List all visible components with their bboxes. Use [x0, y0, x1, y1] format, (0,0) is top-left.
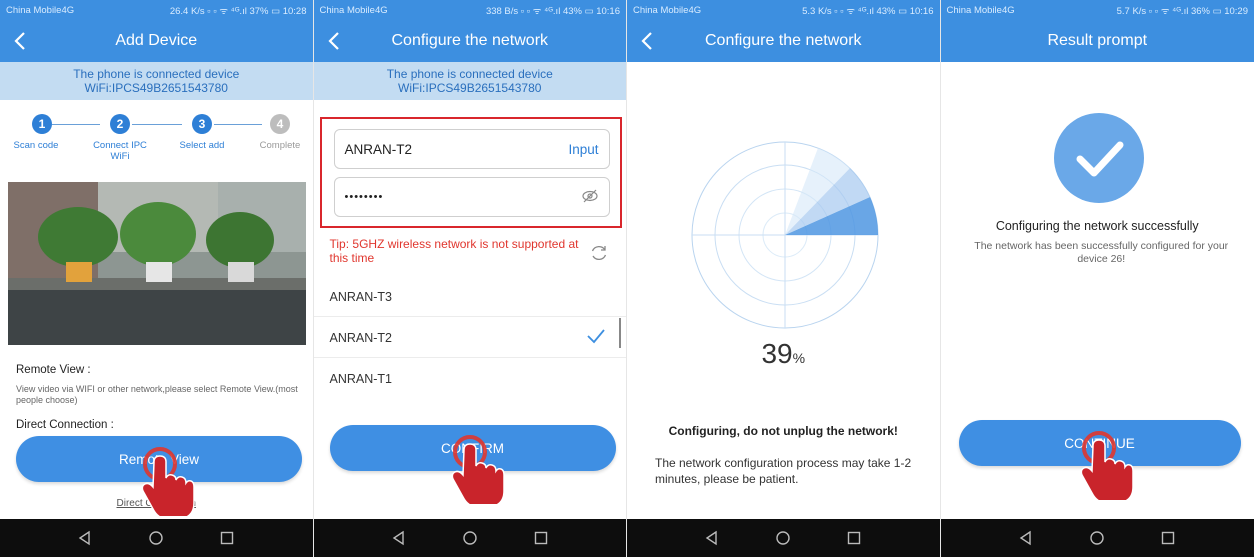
nav-recents-icon[interactable] [219, 530, 235, 546]
success-check-icon [1053, 113, 1144, 203]
result-title: Configuring the network successfully [995, 219, 1199, 233]
nav-recents-icon[interactable] [533, 530, 549, 546]
tap-hand-icon [138, 444, 196, 520]
step-indicator: 1 2 3 4 Scan code Connect IPC WiFi Selec… [0, 114, 313, 169]
carrier-label: China Mobile4G [319, 4, 388, 16]
remote-view-description: View video via WIFI or other network,ple… [16, 384, 298, 405]
nav-back-icon[interactable] [77, 530, 93, 546]
android-nav-bar [627, 519, 940, 557]
ssid-input-action[interactable]: Input [568, 142, 598, 157]
connection-banner: The phone is connected device WiFi:IPCS4… [0, 62, 313, 100]
nav-recents-icon[interactable] [1160, 530, 1176, 546]
page-title: Result prompt [1047, 32, 1148, 49]
step-3-label: Select add [179, 140, 225, 151]
progress-percent: 39% [627, 338, 940, 370]
configuring-description: The network configuration process may ta… [655, 456, 912, 486]
status-bar: China Mobile4G 26.4 K/s ▫ ▫ ᯤ ⁴ᴳ.ıl 37% … [0, 0, 313, 20]
network-name: ANRAN-T1 [329, 372, 393, 386]
network-list-item[interactable]: ANRAN-T1 [314, 359, 627, 399]
5ghz-warning-tip: Tip: 5GHZ wireless network is not suppor… [329, 237, 579, 265]
status-indicators: 5.3 K/s ▫ ▫ ᯤ ⁴ᴳ.ıl 43% ▭ 10:16 [802, 5, 934, 17]
banner-line-1: The phone is connected device [386, 67, 553, 81]
status-indicators: 338 B/s ▫ ▫ ᯤ ⁴ᴳ.ıl 43% ▭ 10:16 [485, 5, 620, 17]
result-description: The network has been successfully config… [974, 240, 1229, 265]
password-field[interactable]: •••••••• [333, 177, 610, 217]
back-arrow-icon[interactable] [324, 30, 346, 52]
title-bar: Result prompt [940, 20, 1254, 62]
step-2-dot: 2 [110, 114, 130, 134]
nav-home-icon[interactable] [775, 530, 791, 546]
android-nav-bar [940, 519, 1254, 557]
radar-progress-graphic [690, 140, 880, 330]
progress-unit: % [792, 350, 806, 366]
network-list-item-selected[interactable]: ANRAN-T2 [313, 318, 626, 358]
status-indicators: 5.7 K/s ▫ ▫ ᯤ ⁴ᴳ.ıl 36% ▭ 10:29 [1116, 5, 1248, 17]
page-title: Configure the network [391, 32, 549, 49]
nav-back-icon[interactable] [704, 530, 720, 546]
nav-home-icon[interactable] [462, 530, 478, 546]
step-1-label: Scan code [13, 140, 59, 151]
step-4-dot: 4 [270, 114, 290, 134]
connection-banner: The phone is connected device WiFi:IPCS4… [313, 62, 626, 100]
password-value: •••••••• [344, 191, 384, 203]
tap-hand-icon [448, 432, 506, 508]
banner-line-2: WiFi:IPCS49B2651543780 [84, 81, 228, 95]
network-credentials-box: ANRAN-T2 Input •••••••• [319, 117, 622, 228]
page-title: Configure the network [704, 32, 862, 49]
phone-configuring-progress: China Mobile4G 5.3 K/s ▫ ▫ ᯤ ⁴ᴳ.ıl 43% ▭… [627, 0, 941, 557]
nav-back-icon[interactable] [1018, 530, 1034, 546]
network-list-item[interactable]: ANRAN-T3 [313, 277, 626, 317]
phone-add-device: China Mobile4G 26.4 K/s ▫ ▫ ᯤ ⁴ᴳ.ıl 37% … [0, 0, 314, 557]
phone-configure-network: China Mobile4G 338 B/s ▫ ▫ ᯤ ⁴ᴳ.ıl 43% ▭… [313, 0, 627, 557]
android-nav-bar [0, 519, 313, 557]
title-bar: Add Device [0, 20, 313, 62]
status-bar: China Mobile4G 5.7 K/s ▫ ▫ ᯤ ⁴ᴳ.ıl 36% ▭… [940, 0, 1254, 20]
configuring-warning: Configuring, do not unplug the network! [668, 424, 898, 438]
status-bar: China Mobile4G 5.3 K/s ▫ ▫ ᯤ ⁴ᴳ.ıl 43% ▭… [627, 0, 940, 20]
refresh-icon[interactable] [588, 242, 610, 264]
direct-connection-title: Direct Connection : [16, 419, 114, 431]
list-scrollbar[interactable] [619, 318, 621, 348]
step-3-dot: 3 [192, 114, 212, 134]
step-connector [214, 124, 262, 125]
step-connector [52, 124, 100, 125]
status-indicators: 26.4 K/s ▫ ▫ ᯤ ⁴ᴳ.ıl 37% ▭ 10:28 [169, 5, 307, 17]
network-name: ANRAN-T3 [329, 289, 393, 304]
nav-back-icon[interactable] [391, 530, 407, 546]
banner-line-2: WiFi:IPCS49B2651543780 [398, 81, 542, 95]
step-1-dot: 1 [32, 114, 52, 134]
camera-preview[interactable] [8, 182, 306, 345]
page-title: Add Device [115, 32, 198, 49]
screenshot-strip: China Mobile4G 26.4 K/s ▫ ▫ ᯤ ⁴ᴳ.ıl 37% … [0, 0, 1254, 557]
carrier-label: China Mobile4G [6, 4, 75, 16]
nav-home-icon[interactable] [1089, 530, 1105, 546]
step-connector [132, 124, 182, 125]
step-4-label: Complete [259, 140, 301, 151]
network-name: ANRAN-T2 [329, 330, 393, 345]
carrier-label: China Mobile4G [633, 4, 702, 16]
carrier-label: China Mobile4G [946, 4, 1015, 16]
back-arrow-icon[interactable] [10, 30, 32, 52]
tap-hand-icon [1077, 428, 1135, 504]
status-bar: China Mobile4G 338 B/s ▫ ▫ ᯤ ⁴ᴳ.ıl 43% ▭… [313, 0, 626, 20]
ssid-value: ANRAN-T2 [344, 141, 413, 157]
checkmark-icon [586, 328, 606, 347]
nav-recents-icon[interactable] [846, 530, 862, 546]
step-2-label: Connect IPC WiFi [86, 140, 154, 162]
step-2-label-line2: WiFi [110, 151, 130, 162]
title-bar: Configure the network [627, 20, 940, 62]
nav-home-icon[interactable] [148, 530, 164, 546]
banner-line-1: The phone is connected device [73, 67, 240, 81]
progress-value: 39 [761, 338, 793, 369]
android-nav-bar [313, 519, 626, 557]
ssid-field[interactable]: ANRAN-T2 Input [333, 129, 610, 169]
back-arrow-icon[interactable] [637, 30, 659, 52]
hide-password-eye-icon[interactable] [581, 189, 599, 206]
phone-result-prompt: China Mobile4G 5.7 K/s ▫ ▫ ᯤ ⁴ᴳ.ıl 36% ▭… [940, 0, 1254, 557]
step-2-label-line1: Connect IPC [93, 140, 147, 151]
title-bar: Configure the network [313, 20, 626, 62]
remote-view-title: Remote View : [16, 364, 91, 376]
